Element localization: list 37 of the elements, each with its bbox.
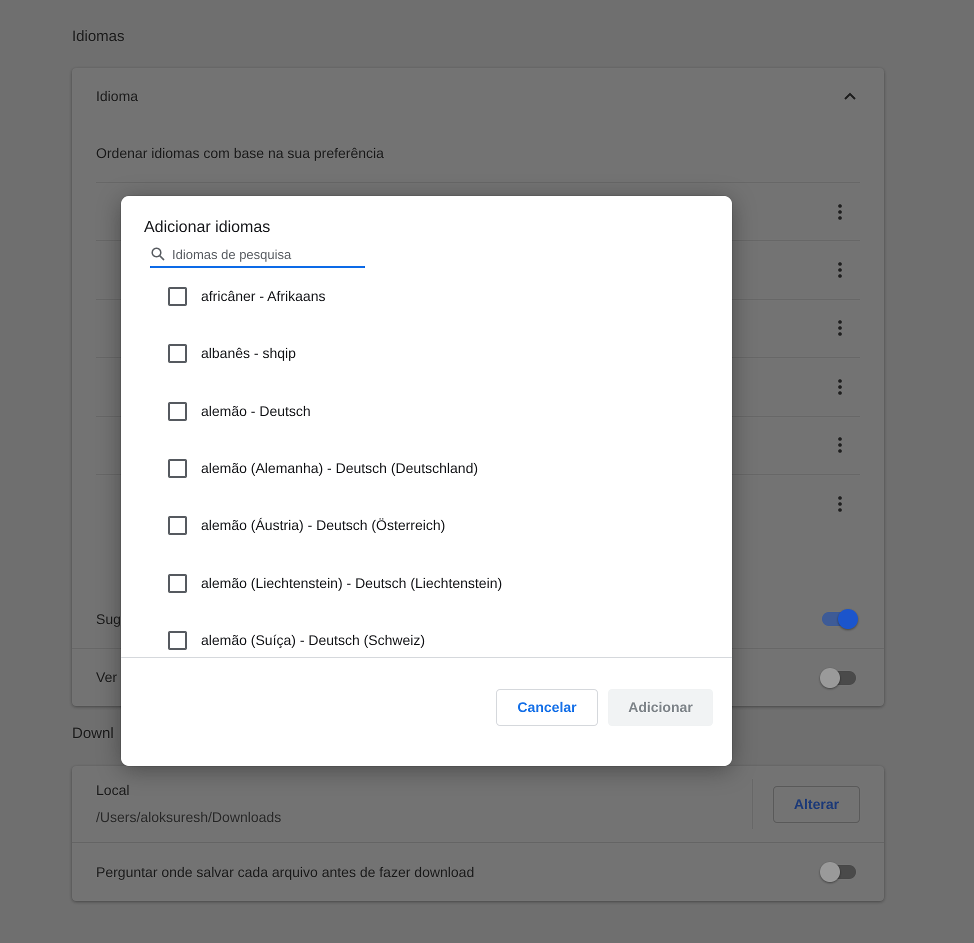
checkbox[interactable] — [168, 287, 187, 306]
toggle-switch[interactable] — [822, 612, 856, 626]
checkbox[interactable] — [168, 630, 187, 650]
toggle-switch[interactable] — [822, 670, 856, 685]
order-label: Ordenar idiomas com base na sua preferência — [96, 144, 384, 163]
dialog-title: Adicionar idiomas — [144, 219, 270, 236]
more-icon[interactable] — [838, 262, 842, 278]
search-icon — [151, 247, 165, 261]
toggle-switch[interactable] — [822, 865, 856, 880]
more-icon[interactable] — [838, 204, 842, 220]
checkbox[interactable] — [168, 402, 187, 421]
language-option[interactable]: alemão (Liechtenstein) - Deutsch (Liechtenstein) — [201, 572, 502, 594]
cancel-button[interactable]: Cancelar — [496, 689, 598, 726]
language-option[interactable]: alemão (Suíça) - Deutsch (Schweiz) — [201, 630, 426, 651]
chevron-icon[interactable] — [844, 92, 856, 100]
checkbox[interactable] — [168, 344, 187, 364]
setting-label: Ver — [96, 668, 118, 688]
more-icon[interactable] — [838, 378, 842, 395]
location-path: /Users/aloksuresh/Downloads — [96, 808, 282, 828]
section-title: Downl — [72, 724, 114, 744]
setting-label: Sug — [96, 610, 121, 629]
section-title: Idiomas — [72, 26, 125, 47]
checkbox[interactable] — [168, 574, 187, 593]
language-option[interactable]: alemão (Alemanha) - Deutsch (Deutschland) — [201, 458, 478, 480]
more-icon[interactable] — [838, 320, 842, 336]
more-icon[interactable] — [838, 437, 842, 454]
setting-label: Perguntar onde salvar cada arquivo antes de fazer download — [96, 862, 474, 882]
location-label: Local — [96, 781, 130, 800]
checkbox[interactable] — [168, 516, 187, 536]
more-icon[interactable] — [838, 496, 842, 512]
language-option[interactable]: africâner - Afrikaans — [201, 286, 326, 308]
checkbox[interactable] — [168, 459, 187, 478]
language-option[interactable]: alemão - Deutsch — [201, 400, 311, 422]
card-header: Idioma — [96, 86, 138, 106]
language-option[interactable]: alemão (Áustria) - Deutsch (Österreich) — [201, 515, 446, 536]
language-option[interactable]: albanês - shqip — [201, 343, 296, 364]
search-field[interactable]: Idiomas de pesquisa — [150, 242, 365, 268]
